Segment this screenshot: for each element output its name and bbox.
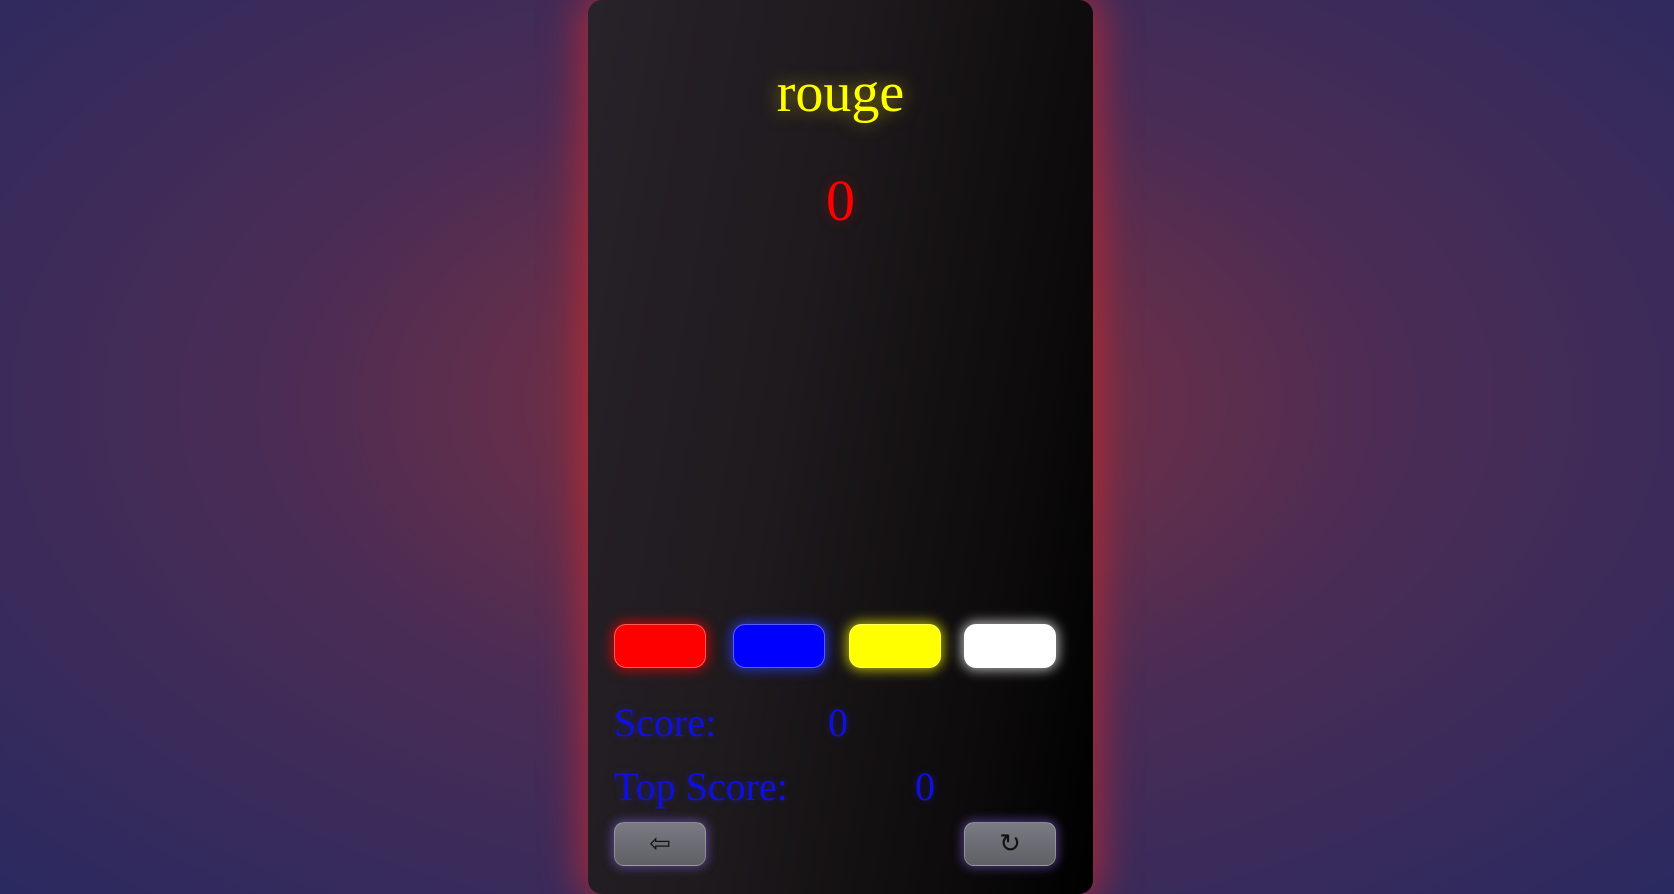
yellow-color-button[interactable]: [849, 624, 941, 668]
top-score-value: 0: [915, 764, 935, 809]
score-label: Score:: [614, 700, 717, 745]
restart-icon: ↻: [999, 829, 1021, 859]
game-panel: rouge 0 Score: 0 Top Score: 0 ⇦ ↻: [588, 0, 1093, 894]
countdown-counter: 0: [826, 168, 855, 233]
restart-button[interactable]: ↻: [964, 822, 1056, 866]
back-arrow-icon: ⇦: [649, 829, 671, 859]
score-value: 0: [828, 700, 848, 745]
color-word: rouge: [776, 62, 905, 124]
top-score-label: Top Score:: [614, 764, 788, 809]
red-color-button[interactable]: [614, 624, 706, 668]
blue-color-button[interactable]: [733, 624, 825, 668]
back-button[interactable]: ⇦: [614, 822, 706, 866]
white-color-button[interactable]: [964, 624, 1056, 668]
